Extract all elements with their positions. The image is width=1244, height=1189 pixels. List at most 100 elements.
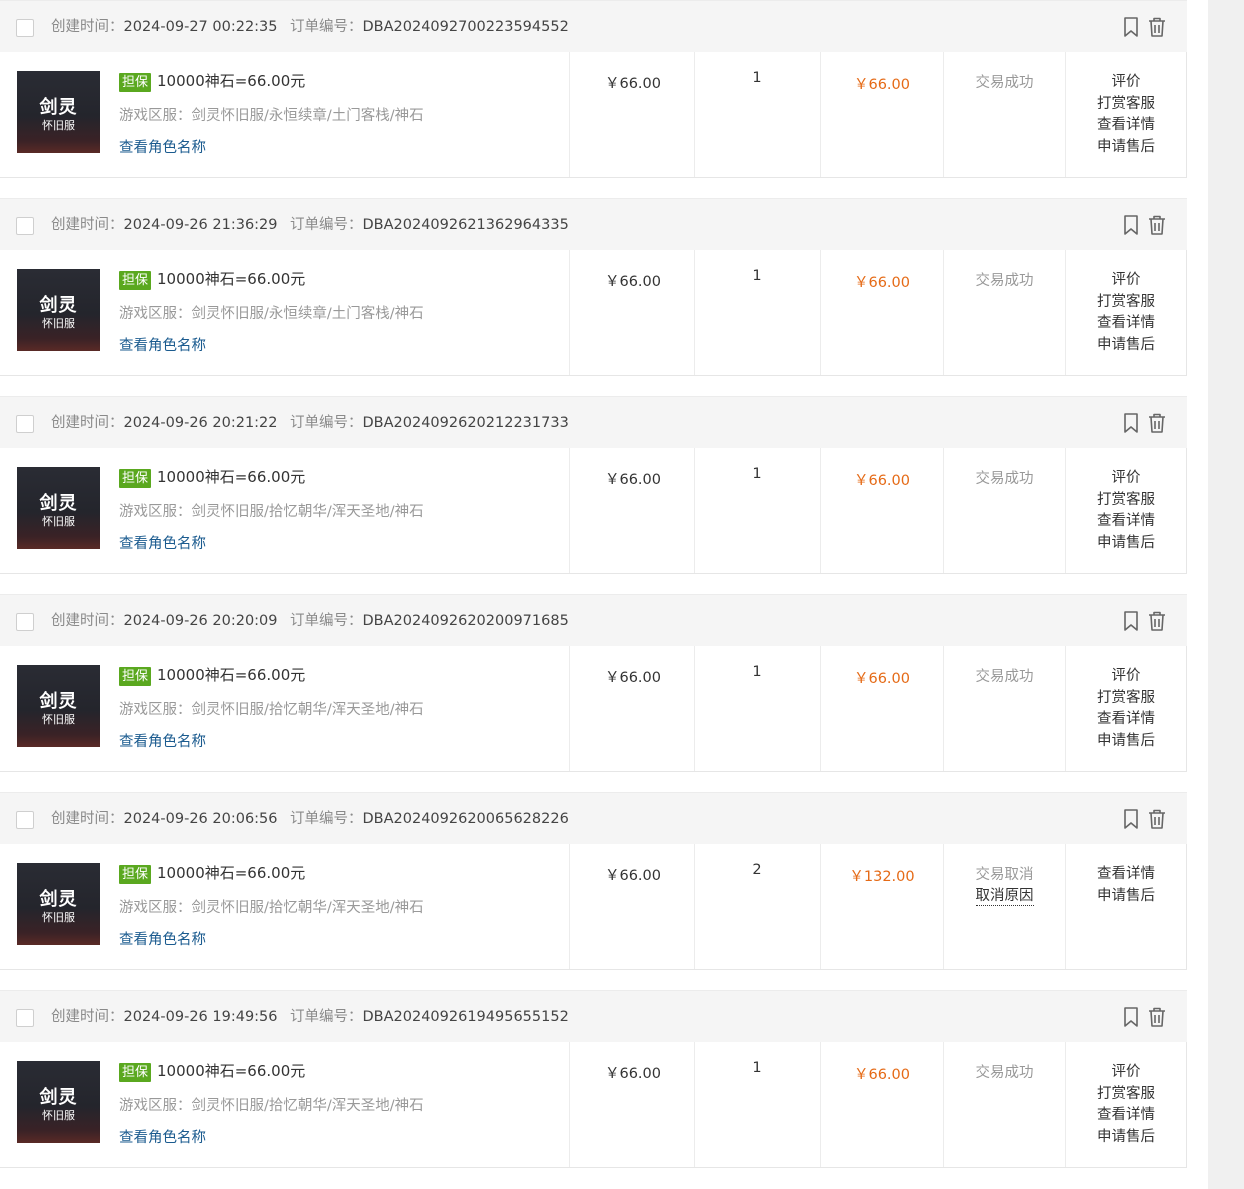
order-checkbox[interactable] xyxy=(16,1009,34,1027)
order-body: 剑灵 怀旧服 担保 10000神石=66.00元 游戏区服：剑灵怀旧服/拾忆朝华/… xyxy=(0,844,1187,970)
scrollbar[interactable] xyxy=(1208,0,1244,1189)
view-details-link[interactable]: 查看详情 xyxy=(1066,709,1186,731)
column-divider xyxy=(820,844,821,969)
bookmark-icon[interactable] xyxy=(1120,411,1142,435)
created-value: 2024-09-26 21:36:29 xyxy=(123,217,278,233)
order-status: 交易成功 xyxy=(975,1065,1034,1081)
after-sales-link[interactable]: 申请售后 xyxy=(1066,137,1186,159)
after-sales-link[interactable]: 申请售后 xyxy=(1066,731,1186,753)
column-divider xyxy=(943,250,944,375)
view-details-link[interactable]: 查看详情 xyxy=(1066,511,1186,533)
column-divider xyxy=(569,646,570,771)
order-number: 订单编号：DBA2024092700223594552 xyxy=(290,17,569,37)
product-thumbnail[interactable]: 剑灵 怀旧服 xyxy=(17,665,100,747)
product-title[interactable]: 10000神石=66.00元 xyxy=(157,270,305,288)
view-details-link[interactable]: 查看详情 xyxy=(1066,864,1186,886)
server-value: 剑灵怀旧服/拾忆朝华/浑天圣地/神石 xyxy=(191,702,424,718)
product-title-line: 担保 10000神石=66.00元 xyxy=(119,664,305,686)
after-sales-link[interactable]: 申请售后 xyxy=(1066,533,1186,555)
trash-icon[interactable] xyxy=(1146,1005,1168,1029)
trash-icon[interactable] xyxy=(1146,807,1168,831)
bookmark-icon[interactable] xyxy=(1120,1005,1142,1029)
product-thumbnail[interactable]: 剑灵 怀旧服 xyxy=(17,863,100,945)
rate-link[interactable]: 评价 xyxy=(1066,468,1186,490)
product-title[interactable]: 10000神石=66.00元 xyxy=(157,666,305,684)
game-server: 游戏区服：剑灵怀旧服/拾忆朝华/浑天圣地/神石 xyxy=(119,1094,424,1115)
view-role-link[interactable]: 查看角色名称 xyxy=(119,730,206,751)
product-title[interactable]: 10000神石=66.00元 xyxy=(157,72,305,90)
tip-support-link[interactable]: 打赏客服 xyxy=(1066,292,1186,314)
order-number: 订单编号：DBA2024092620200971685 xyxy=(290,611,569,631)
order-number-label: 订单编号： xyxy=(290,415,363,431)
after-sales-link[interactable]: 申请售后 xyxy=(1066,1127,1186,1149)
created-time: 创建时间：2024-09-26 21:36:29 xyxy=(51,215,278,235)
view-details-link[interactable]: 查看详情 xyxy=(1066,1105,1186,1127)
order-card: 创建时间：2024-09-27 00:22:35 订单编号：DBA2024092… xyxy=(0,0,1187,180)
order-header: 创建时间：2024-09-26 20:06:56 订单编号：DBA2024092… xyxy=(0,792,1187,844)
bookmark-icon[interactable] xyxy=(1120,609,1142,633)
order-checkbox[interactable] xyxy=(16,613,34,631)
tip-support-link[interactable]: 打赏客服 xyxy=(1066,490,1186,512)
quantity: 1 xyxy=(752,664,762,680)
view-role-link[interactable]: 查看角色名称 xyxy=(119,136,206,157)
after-sales-link[interactable]: 申请售后 xyxy=(1066,335,1186,357)
order-checkbox[interactable] xyxy=(16,19,34,37)
order-actions: 评价 打赏客服 查看详情 申请售后 xyxy=(1066,72,1186,158)
column-divider xyxy=(569,844,570,969)
after-sales-link[interactable]: 申请售后 xyxy=(1066,886,1186,908)
created-time: 创建时间：2024-09-26 20:06:56 xyxy=(51,809,278,829)
created-label: 创建时间： xyxy=(51,1009,124,1025)
rate-link[interactable]: 评价 xyxy=(1066,270,1186,292)
view-details-link[interactable]: 查看详情 xyxy=(1066,115,1186,137)
rate-link[interactable]: 评价 xyxy=(1066,1062,1186,1084)
order-card: 创建时间：2024-09-26 20:21:22 订单编号：DBA2024092… xyxy=(0,396,1187,576)
order-status-cell: 交易成功 xyxy=(944,469,1065,490)
order-header: 创建时间：2024-09-26 21:36:29 订单编号：DBA2024092… xyxy=(0,198,1187,250)
bookmark-icon[interactable] xyxy=(1120,807,1142,831)
order-checkbox[interactable] xyxy=(16,415,34,433)
order-number: 订单编号：DBA2024092620065628226 xyxy=(290,809,569,829)
tip-support-link[interactable]: 打赏客服 xyxy=(1066,1084,1186,1106)
product-thumbnail[interactable]: 剑灵 怀旧服 xyxy=(17,1061,100,1143)
bookmark-icon[interactable] xyxy=(1120,15,1142,39)
rate-link[interactable]: 评价 xyxy=(1066,72,1186,94)
thumbnail-subtitle: 怀旧服 xyxy=(42,119,75,132)
column-divider xyxy=(943,52,944,177)
column-divider xyxy=(569,250,570,375)
product-thumbnail[interactable]: 剑灵 怀旧服 xyxy=(17,467,100,549)
product-thumbnail[interactable]: 剑灵 怀旧服 xyxy=(17,71,100,153)
view-role-link[interactable]: 查看角色名称 xyxy=(119,928,206,949)
tip-support-link[interactable]: 打赏客服 xyxy=(1066,688,1186,710)
guarantee-badge: 担保 xyxy=(119,73,152,92)
created-value: 2024-09-26 20:20:09 xyxy=(123,613,278,629)
order-checkbox[interactable] xyxy=(16,217,34,235)
trash-icon[interactable] xyxy=(1146,213,1168,237)
view-role-link[interactable]: 查看角色名称 xyxy=(119,334,206,355)
order-checkbox[interactable] xyxy=(16,811,34,829)
product-title[interactable]: 10000神石=66.00元 xyxy=(157,1062,305,1080)
trash-icon[interactable] xyxy=(1146,609,1168,633)
product-title[interactable]: 10000神石=66.00元 xyxy=(157,864,305,882)
product-thumbnail[interactable]: 剑灵 怀旧服 xyxy=(17,269,100,351)
column-divider xyxy=(943,448,944,573)
order-actions: 评价 打赏客服 查看详情 申请售后 xyxy=(1066,270,1186,356)
bookmark-icon[interactable] xyxy=(1120,213,1142,237)
thumbnail-title: 剑灵 xyxy=(39,889,78,910)
trash-icon[interactable] xyxy=(1146,15,1168,39)
order-number: 订单编号：DBA2024092620212231733 xyxy=(290,413,569,433)
created-value: 2024-09-27 00:22:35 xyxy=(123,19,278,35)
view-details-link[interactable]: 查看详情 xyxy=(1066,313,1186,335)
view-role-link[interactable]: 查看角色名称 xyxy=(119,1126,206,1147)
tip-support-link[interactable]: 打赏客服 xyxy=(1066,94,1186,116)
unit-price: ￥66.00 xyxy=(604,868,661,884)
quantity: 1 xyxy=(752,466,762,482)
order-number: 订单编号：DBA2024092621362964335 xyxy=(290,215,569,235)
view-role-link[interactable]: 查看角色名称 xyxy=(119,532,206,553)
cancel-reason-link[interactable]: 取消原因 xyxy=(975,887,1034,906)
created-time: 创建时间：2024-09-26 19:49:56 xyxy=(51,1007,278,1027)
product-title[interactable]: 10000神石=66.00元 xyxy=(157,468,305,486)
rate-link[interactable]: 评价 xyxy=(1066,666,1186,688)
guarantee-badge: 担保 xyxy=(119,667,152,686)
trash-icon[interactable] xyxy=(1146,411,1168,435)
quantity: 1 xyxy=(752,1060,762,1076)
